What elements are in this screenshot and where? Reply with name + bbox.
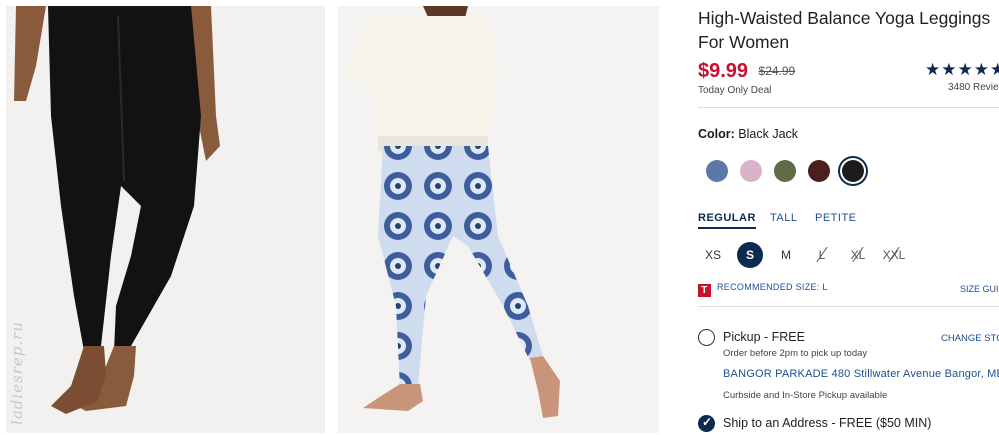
rating-stars-icon[interactable]: ★★★★★ <box>925 60 999 80</box>
sale-price: $9.99 <box>698 60 749 82</box>
divider <box>698 107 999 108</box>
size-l-unavailable[interactable]: L <box>809 242 835 268</box>
ship-title: Ship to an Address - FREE ($50 MIN) <box>723 416 932 430</box>
pickup-radio[interactable] <box>698 329 715 346</box>
tab-petite[interactable]: PETITE <box>815 212 857 224</box>
pickup-cutoff: Order before 2pm to pick up today <box>723 348 868 359</box>
swatch-black-jack[interactable] <box>842 160 864 182</box>
recommended-size-text: RECOMMENDED SIZE: L <box>717 282 828 292</box>
curbside-note: Curbside and In-Store Pickup available <box>723 390 888 401</box>
true-fit-icon: T <box>698 284 711 297</box>
black-leggings-illustration <box>6 6 325 433</box>
size-xl-unavailable[interactable]: XL <box>845 242 871 268</box>
tie-dye-leggings-illustration <box>338 6 659 433</box>
pickup-title: Pickup - FREE <box>723 330 805 344</box>
selected-color-name: Black Jack <box>738 127 799 141</box>
swatch-blue-tie-dye[interactable] <box>706 160 728 182</box>
swatch-olive[interactable] <box>774 160 796 182</box>
color-label-key: Color: <box>698 127 735 141</box>
size-xxl-unavailable[interactable]: XXL <box>881 242 907 268</box>
product-info-panel: High-Waisted Balance Yoga Leggings For W… <box>698 0 999 435</box>
product-image-tie-dye[interactable] <box>338 6 659 433</box>
divider <box>698 306 999 307</box>
size-s[interactable]: S <box>737 242 763 268</box>
recommended-size: T RECOMMENDED SIZE: L <box>698 282 828 297</box>
deal-label: Today Only Deal <box>698 85 772 96</box>
swatch-brown[interactable] <box>808 160 830 182</box>
swatch-pink-tie-dye[interactable] <box>740 160 762 182</box>
review-count-link[interactable]: 3480 Revie <box>948 82 999 93</box>
size-xs[interactable]: XS <box>700 242 726 268</box>
tab-tall[interactable]: TALL <box>770 212 797 224</box>
price-row: $9.99 $24.99 <box>698 60 795 83</box>
ship-radio[interactable] <box>698 415 715 432</box>
color-label: Color: Black Jack <box>698 127 798 141</box>
size-guide-link[interactable]: SIZE GUI <box>960 284 999 294</box>
store-address-link[interactable]: BANGOR PARKADE 480 Stillwater Avenue Ban… <box>723 368 999 380</box>
product-image-black[interactable]: ladiesrep.ru <box>6 6 325 433</box>
product-title-line1: High-Waisted Balance Yoga Leggings <box>698 8 991 28</box>
product-title: High-Waisted Balance Yoga Leggings For W… <box>698 6 999 54</box>
product-title-line2: For Women <box>698 32 790 52</box>
tab-regular[interactable]: REGULAR <box>698 212 756 229</box>
size-m[interactable]: M <box>773 242 799 268</box>
watermark: ladiesrep.ru <box>8 321 26 425</box>
change-store-link[interactable]: CHANGE STO <box>941 333 999 344</box>
original-price: $24.99 <box>758 64 796 78</box>
